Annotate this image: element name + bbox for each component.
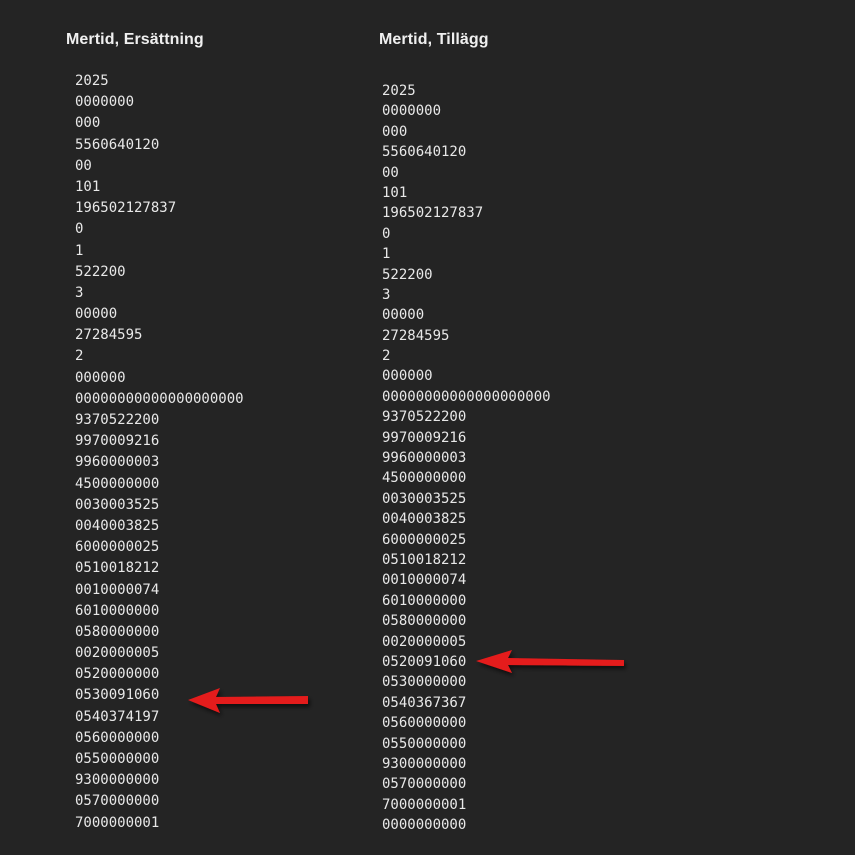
code-line: 00 [382, 164, 399, 181]
code-line: 0 [382, 225, 391, 242]
code-line: 2025 [75, 73, 109, 89]
code-line: 000 [382, 123, 408, 140]
code-line: 00 [75, 157, 92, 174]
code-line: 000 [75, 115, 101, 132]
code-line: 0020000005 [75, 645, 160, 662]
left-arrow-icon [188, 688, 308, 713]
right-code-list: 2025 0000000 000 5560640120 00 101 19650212783… [382, 81, 551, 835]
code-line: 1 [382, 246, 391, 263]
code-line: 7000000001 [382, 796, 467, 813]
code-line: 9970009216 [75, 433, 160, 450]
code-line: 0000000000 [382, 817, 467, 834]
code-line: 0030003525 [75, 496, 160, 513]
code-line: 9370522200 [75, 412, 160, 428]
code-line: 4500000000 [382, 470, 467, 487]
code-line: 101 [75, 178, 101, 195]
code-line: 00000 [382, 307, 425, 324]
code-line: 6000000025 [382, 531, 467, 548]
code-line: 00000000000000000000 [75, 390, 244, 407]
code-line: 9370522200 [382, 409, 467, 426]
code-line: 0550000000 [75, 751, 160, 767]
code-line: 9300000000 [382, 755, 467, 772]
code-line: 3 [75, 284, 84, 301]
code-line: 196502127837 [382, 205, 484, 222]
code-line: 0040003825 [382, 511, 467, 528]
code-line: 0030003525 [382, 490, 467, 507]
code-line: 0000000 [382, 103, 442, 120]
code-line: 0010000074 [382, 572, 467, 589]
code-line: 9960000003 [75, 454, 160, 471]
code-line: 0560000000 [75, 729, 160, 746]
code-line: 0580000000 [75, 623, 160, 640]
code-line: 0010000074 [75, 581, 160, 598]
code-line: 6010000000 [75, 602, 160, 619]
code-line: 9960000003 [382, 450, 467, 467]
code-line: 5560640120 [382, 144, 467, 161]
code-line: 00000 [75, 306, 118, 323]
code-line: 0 [75, 221, 84, 238]
code-line: 2 [75, 348, 84, 365]
code-line: 196502127837 [75, 200, 177, 217]
right-arrow-icon [476, 650, 624, 673]
code-line: 000000 [382, 368, 433, 385]
code-line: 0040003825 [75, 517, 160, 534]
code-line: 000000 [75, 369, 126, 386]
code-line: 0510018212 [75, 560, 160, 577]
code-line: 0570000000 [75, 793, 160, 810]
code-line: 0570000000 [382, 776, 467, 793]
code-line: 27284595 [75, 327, 143, 344]
code-line: 0000000 [75, 94, 135, 111]
code-line: 6010000000 [382, 592, 467, 609]
code-line: 9300000000 [75, 772, 160, 789]
code-line: 2 [382, 348, 391, 365]
code-line: 27284595 [382, 327, 450, 344]
code-line: 5560640120 [75, 136, 160, 153]
code-line: 0540367367 [382, 694, 467, 711]
code-line: 0580000000 [382, 613, 467, 630]
code-line: 0560000000 [382, 715, 467, 732]
right-column-title: Mertid, Tillägg [379, 31, 489, 48]
code-line: 6000000025 [75, 539, 160, 556]
code-line: 2025 [382, 83, 416, 99]
code-line: 7000000001 [75, 814, 160, 831]
code-line: 4500000000 [75, 475, 160, 492]
left-column-title: Mertid, Ersättning [66, 31, 204, 48]
code-line: 0520000000 [75, 666, 160, 683]
code-line: 0550000000 [382, 735, 467, 752]
code-line: 522200 [75, 263, 126, 280]
left-code-list: 2025 0000000 000 5560640120 00 101 19650212783… [75, 71, 244, 834]
page: Mertid, Ersättning Mertid, Tillägg 2025 0… [0, 0, 855, 855]
code-line: 522200 [382, 266, 433, 283]
code-line: 00000000000000000000 [382, 388, 551, 405]
code-line: 3 [382, 286, 391, 303]
code-line: 0510018212 [382, 551, 467, 568]
code-line: 9970009216 [382, 429, 467, 446]
code-line: 1 [75, 242, 84, 259]
code-line: 101 [382, 184, 408, 201]
